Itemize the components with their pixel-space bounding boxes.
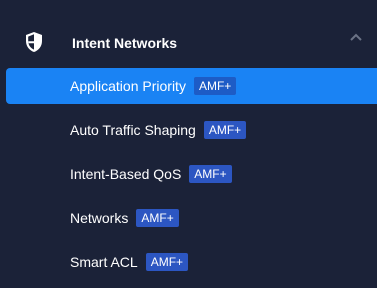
menu-item-label: Smart ACL bbox=[70, 254, 138, 270]
menu-item-smart-acl[interactable]: Smart ACL AMF+ bbox=[6, 244, 377, 280]
menu-item-label: Application Priority bbox=[70, 78, 186, 94]
shield-icon bbox=[26, 32, 42, 52]
menu-item-networks[interactable]: Networks AMF+ bbox=[6, 200, 377, 236]
menu-group-title: Intent Networks bbox=[72, 35, 178, 51]
amf-plus-badge: AMF+ bbox=[189, 165, 232, 183]
menu-items-list: Application Priority AMF+ Auto Traffic S… bbox=[6, 68, 377, 288]
menu-item-application-priority[interactable]: Application Priority AMF+ bbox=[6, 68, 377, 104]
menu-item-label: Auto Traffic Shaping bbox=[70, 122, 196, 138]
menu-item-auto-traffic-shaping[interactable]: Auto Traffic Shaping AMF+ bbox=[6, 112, 377, 148]
chevron-up-icon[interactable] bbox=[349, 32, 363, 42]
amf-plus-badge: AMF+ bbox=[193, 77, 237, 95]
menu-item-label: Networks bbox=[70, 210, 129, 226]
menu-group-header[interactable]: Intent Networks bbox=[0, 0, 377, 68]
sidebar-menu: Intent Networks Application Priority AMF… bbox=[0, 0, 377, 284]
menu-item-label: Intent-Based QoS bbox=[70, 166, 182, 182]
menu-item-intent-based-qos[interactable]: Intent-Based QoS AMF+ bbox=[6, 156, 377, 192]
amf-plus-badge: AMF+ bbox=[145, 253, 189, 271]
amf-plus-badge: AMF+ bbox=[136, 209, 179, 227]
amf-plus-badge: AMF+ bbox=[203, 121, 247, 139]
